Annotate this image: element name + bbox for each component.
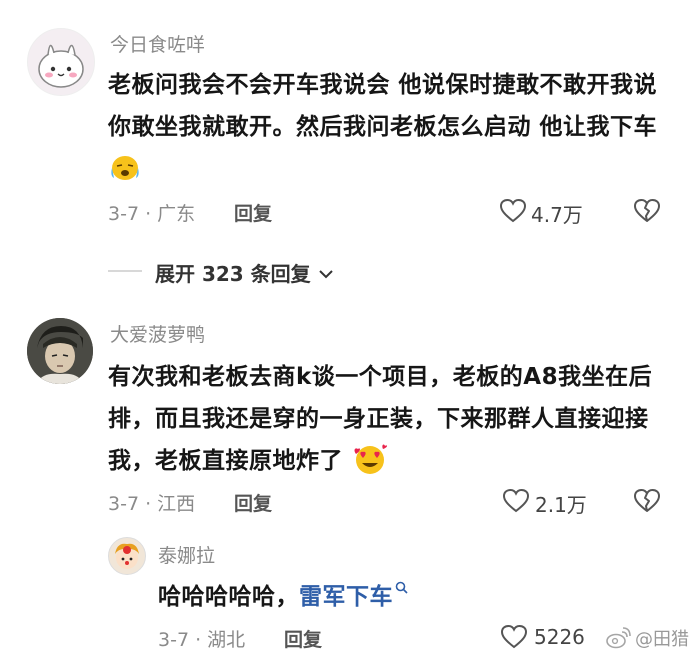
search-link[interactable]: 雷军下车 <box>299 581 408 610</box>
chevron-down-icon <box>318 268 334 280</box>
reply-button[interactable]: 回复 <box>234 199 272 226</box>
comment-text: 老板问我会不会开车我说会 他说保时捷敢不敢开我说你敢坐我就敢开。然后我问老板怎么… <box>108 64 663 190</box>
comment-text: 有次我和老板去商k谈一个项目，老板的A8我坐在后排，而且我还是穿的一身正装，下来… <box>108 356 663 482</box>
like-count: 4.7万 <box>531 203 583 227</box>
like-heart-icon[interactable] <box>500 624 528 650</box>
comment-username[interactable]: 泰娜拉 <box>158 541 215 568</box>
expand-divider <box>108 270 142 272</box>
comment-body: 哈哈哈哈哈， <box>158 584 299 610</box>
search-icon <box>395 581 408 594</box>
reply-button[interactable]: 回复 <box>284 625 322 652</box>
dislike-broken-heart-icon[interactable] <box>633 488 661 514</box>
comment-username[interactable]: 大爱菠萝鸭 <box>110 320 205 347</box>
comment-body: 老板问我会不会开车我说会 他说保时捷敢不敢开我说你敢坐我就敢开。然后我问老板怎么… <box>108 72 658 140</box>
watermark: @田猎 <box>605 625 689 651</box>
heart-eyes-emoji <box>352 442 388 476</box>
expand-replies-label: 展开 323 条回复 <box>155 262 311 286</box>
search-link-text: 雷军下车 <box>299 584 393 610</box>
reply-button[interactable]: 回复 <box>234 489 272 516</box>
comment-date-location: 3-7 · 广东 <box>108 203 196 225</box>
comment-date-location: 3-7 · 湖北 <box>158 629 246 651</box>
avatar[interactable] <box>27 28 95 96</box>
like-heart-icon[interactable] <box>502 488 530 514</box>
like-heart-icon[interactable] <box>499 198 527 224</box>
comment-text: 哈哈哈哈哈，雷军下车 <box>158 576 648 618</box>
watermark-text: @田猎 <box>635 629 689 650</box>
comment-date-location: 3-7 · 江西 <box>108 493 196 515</box>
crying-face-emoji <box>108 152 142 182</box>
avatar[interactable] <box>27 318 93 384</box>
like-count: 2.1万 <box>535 493 587 517</box>
weibo-logo-icon <box>605 627 631 649</box>
dislike-broken-heart-icon[interactable] <box>633 198 661 224</box>
avatar[interactable] <box>108 537 146 575</box>
like-count: 5226 <box>534 625 585 649</box>
expand-replies-button[interactable]: 展开 323 条回复 <box>155 258 334 287</box>
comment-username[interactable]: 今日食咗咩 <box>110 30 205 57</box>
